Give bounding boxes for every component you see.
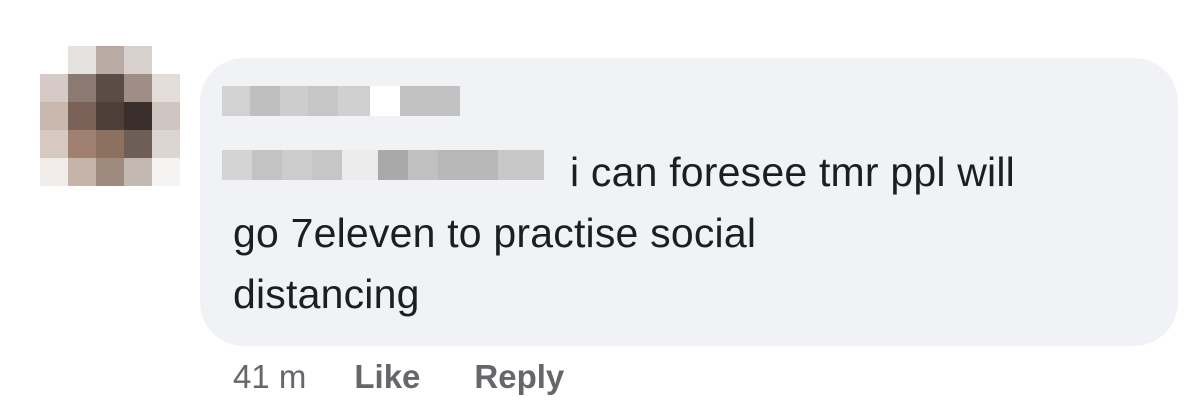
avatar-pixel: [40, 158, 68, 186]
comment-actions: 41 m Like Reply: [233, 358, 618, 396]
avatar-pixel: [68, 130, 96, 158]
avatar-pixel: [152, 46, 180, 74]
avatar-pixel: [124, 158, 152, 186]
avatar-pixel: [40, 46, 68, 74]
redaction-block: [338, 86, 370, 116]
comment-text-line-2: go 7eleven to practise social: [233, 210, 757, 256]
redaction-block: [280, 86, 308, 116]
comment-text: i can foresee tmr ppl will go 7eleven to…: [233, 142, 1163, 325]
avatar-pixel: [152, 158, 180, 186]
avatar-pixel: [152, 74, 180, 102]
like-button[interactable]: Like: [354, 358, 420, 396]
avatar-pixel: [68, 102, 96, 130]
avatar-pixel: [96, 158, 124, 186]
avatar-pixel: [124, 130, 152, 158]
redaction-block: [250, 86, 280, 116]
avatar-pixel: [68, 158, 96, 186]
avatar-pixel: [152, 102, 180, 130]
comment-item: i can foresee tmr ppl will go 7eleven to…: [0, 0, 1200, 419]
comment-timestamp[interactable]: 41 m: [233, 358, 306, 396]
avatar-pixel: [124, 46, 152, 74]
comment-text-line-1: i can foresee tmr ppl will: [570, 149, 1015, 195]
redaction-block: [308, 86, 338, 116]
avatar-pixel: [152, 130, 180, 158]
avatar-pixel: [96, 130, 124, 158]
avatar-pixel: [96, 46, 124, 74]
avatar[interactable]: [40, 46, 180, 186]
redaction-block: [400, 86, 460, 116]
avatar-pixel: [40, 102, 68, 130]
avatar-pixel: [40, 130, 68, 158]
reply-button[interactable]: Reply: [474, 358, 564, 396]
avatar-pixel: [124, 102, 152, 130]
avatar-pixel: [124, 74, 152, 102]
redaction-block: [222, 86, 250, 116]
avatar-pixel: [96, 102, 124, 130]
redaction-block: [370, 86, 400, 116]
avatar-pixel: [96, 74, 124, 102]
avatar-pixel: [40, 74, 68, 102]
comment-text-line-3: distancing: [233, 271, 420, 317]
redacted-commenter-name[interactable]: [222, 86, 460, 116]
avatar-pixel: [68, 74, 96, 102]
avatar-pixel: [68, 46, 96, 74]
